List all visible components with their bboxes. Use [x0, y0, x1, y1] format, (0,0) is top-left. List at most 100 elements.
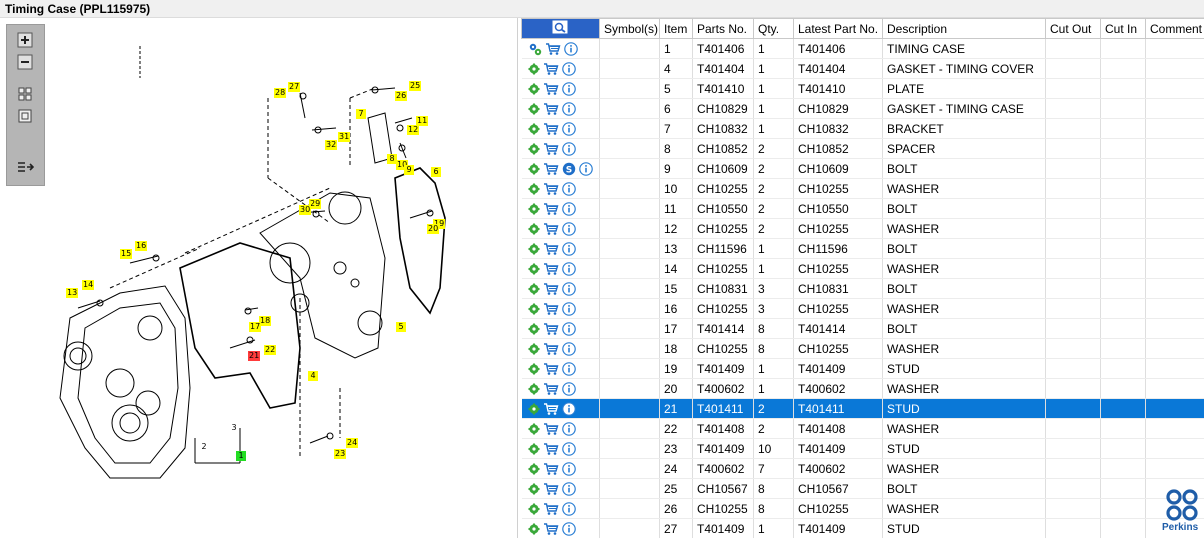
info-icon[interactable]	[578, 161, 593, 176]
gear-icon[interactable]	[528, 83, 540, 95]
gear-icon[interactable]	[528, 483, 540, 495]
info-icon[interactable]	[561, 401, 576, 416]
gear-icon[interactable]	[528, 263, 540, 275]
cart-icon[interactable]	[543, 382, 559, 396]
gear-icon[interactable]	[528, 303, 540, 315]
info-icon[interactable]	[561, 241, 576, 256]
info-icon[interactable]	[561, 521, 576, 536]
cart-icon[interactable]	[543, 522, 559, 536]
cart-icon[interactable]	[543, 62, 559, 76]
callout-22[interactable]: 22	[264, 345, 277, 355]
info-icon[interactable]	[561, 121, 576, 136]
cart-icon[interactable]	[543, 182, 559, 196]
info-icon[interactable]	[561, 321, 576, 336]
callout-24[interactable]: 24	[346, 438, 359, 448]
cart-icon[interactable]	[543, 422, 559, 436]
callout-12[interactable]: 12	[407, 125, 420, 135]
info-icon[interactable]	[561, 461, 576, 476]
gear-icon[interactable]	[528, 503, 540, 515]
table-row[interactable]: 5 T401410 1 T401410 PLATE	[521, 78, 1204, 99]
cart-icon[interactable]	[543, 462, 559, 476]
callout-4[interactable]: 4	[308, 371, 318, 381]
table-row[interactable]: 17 T401414 8 T401414 BOLT	[521, 318, 1204, 339]
callout-25[interactable]: 25	[409, 81, 422, 91]
gear-icon[interactable]	[528, 363, 540, 375]
parts-search-icon[interactable]	[552, 20, 568, 36]
cart-icon[interactable]	[545, 42, 561, 56]
table-row[interactable]: 19 T401409 1 T401409 STUD	[521, 358, 1204, 379]
column-header-symbols[interactable]: Symbol(s)	[599, 18, 660, 39]
callout-21[interactable]: 21	[248, 351, 261, 361]
cart-icon[interactable]	[543, 142, 559, 156]
callout-16[interactable]: 16	[135, 241, 148, 251]
table-row[interactable]: 26 CH10255 8 CH10255 WASHER	[521, 498, 1204, 519]
callout-7[interactable]: 7	[356, 109, 366, 119]
callout-31[interactable]: 31	[338, 132, 351, 142]
cart-icon[interactable]	[543, 442, 559, 456]
table-row[interactable]: 14 CH10255 1 CH10255 WASHER	[521, 258, 1204, 279]
info-icon[interactable]	[561, 181, 576, 196]
cart-icon[interactable]	[543, 82, 559, 96]
table-row[interactable]: 15 CH10831 3 CH10831 BOLT	[521, 278, 1204, 299]
table-row[interactable]: 27 T401409 1 T401409 STUD	[521, 518, 1204, 538]
gear-icon[interactable]	[528, 323, 540, 335]
callout-30[interactable]: 30	[299, 205, 312, 215]
info-icon[interactable]	[561, 421, 576, 436]
cart-icon[interactable]	[543, 162, 559, 176]
info-icon[interactable]	[561, 481, 576, 496]
gear-icon[interactable]	[528, 203, 540, 215]
cart-icon[interactable]	[543, 342, 559, 356]
callout-15[interactable]: 15	[120, 249, 133, 259]
gear-icon[interactable]	[528, 143, 540, 155]
table-row[interactable]: 6 CH10829 1 CH10829 GASKET - TIMING CASE	[521, 98, 1204, 119]
table-row[interactable]: 22 T401408 2 T401408 WASHER	[521, 418, 1204, 439]
cart-icon[interactable]	[543, 202, 559, 216]
cart-icon[interactable]	[543, 262, 559, 276]
gear-icon[interactable]	[528, 443, 540, 455]
info-icon[interactable]	[561, 441, 576, 456]
table-row[interactable]: S 9 CH10609 2 CH10609 BOLT	[521, 158, 1204, 179]
cart-icon[interactable]	[543, 242, 559, 256]
callout-13[interactable]: 13	[66, 288, 79, 298]
info-icon[interactable]	[561, 301, 576, 316]
column-header-latest-part-no[interactable]: Latest Part No.	[793, 18, 883, 39]
callout-3[interactable]: 3	[229, 423, 239, 433]
column-header-parts-no[interactable]: Parts No.	[692, 18, 754, 39]
gear-icon[interactable]	[528, 283, 540, 295]
cart-icon[interactable]	[543, 282, 559, 296]
cart-icon[interactable]	[543, 122, 559, 136]
info-icon[interactable]	[561, 281, 576, 296]
callout-1[interactable]: 1	[236, 451, 246, 461]
info-icon[interactable]	[563, 41, 578, 56]
table-row[interactable]: 1 T401406 1 T401406 TIMING CASE	[521, 38, 1204, 59]
callout-20[interactable]: 20	[427, 224, 440, 234]
table-row[interactable]: 20 T400602 1 T400602 WASHER	[521, 378, 1204, 399]
cart-icon[interactable]	[543, 362, 559, 376]
column-header-description[interactable]: Description	[882, 18, 1046, 39]
column-header-cut-in[interactable]: Cut In	[1100, 18, 1146, 39]
gear-icon[interactable]	[528, 123, 540, 135]
gear-icon[interactable]	[528, 343, 540, 355]
table-row[interactable]: 24 T400602 7 T400602 WASHER	[521, 458, 1204, 479]
toggle-list-icon[interactable]	[15, 159, 35, 177]
info-icon[interactable]	[561, 101, 576, 116]
callout-9[interactable]: 9	[404, 165, 414, 175]
table-row[interactable]: 11 CH10550 2 CH10550 BOLT	[521, 198, 1204, 219]
cart-icon[interactable]	[543, 502, 559, 516]
info-icon[interactable]	[561, 261, 576, 276]
column-header-qty[interactable]: Qty.	[753, 18, 794, 39]
table-row[interactable]: 16 CH10255 3 CH10255 WASHER	[521, 298, 1204, 319]
callout-26[interactable]: 26	[395, 91, 408, 101]
actions-column-header[interactable]	[521, 18, 600, 39]
table-row[interactable]: 21 T401411 2 T401411 STUD	[521, 398, 1204, 419]
gear-icon[interactable]	[528, 463, 540, 475]
info-icon[interactable]	[561, 81, 576, 96]
table-row[interactable]: 23 T401409 10 T401409 STUD	[521, 438, 1204, 459]
gear-icon[interactable]	[528, 103, 540, 115]
callout-17[interactable]: 17	[249, 322, 262, 332]
callout-28[interactable]: 28	[274, 88, 287, 98]
callout-6[interactable]: 6	[431, 167, 441, 177]
table-row[interactable]: 8 CH10852 2 CH10852 SPACER	[521, 138, 1204, 159]
gear-icon[interactable]	[528, 163, 540, 175]
info-icon[interactable]	[561, 341, 576, 356]
